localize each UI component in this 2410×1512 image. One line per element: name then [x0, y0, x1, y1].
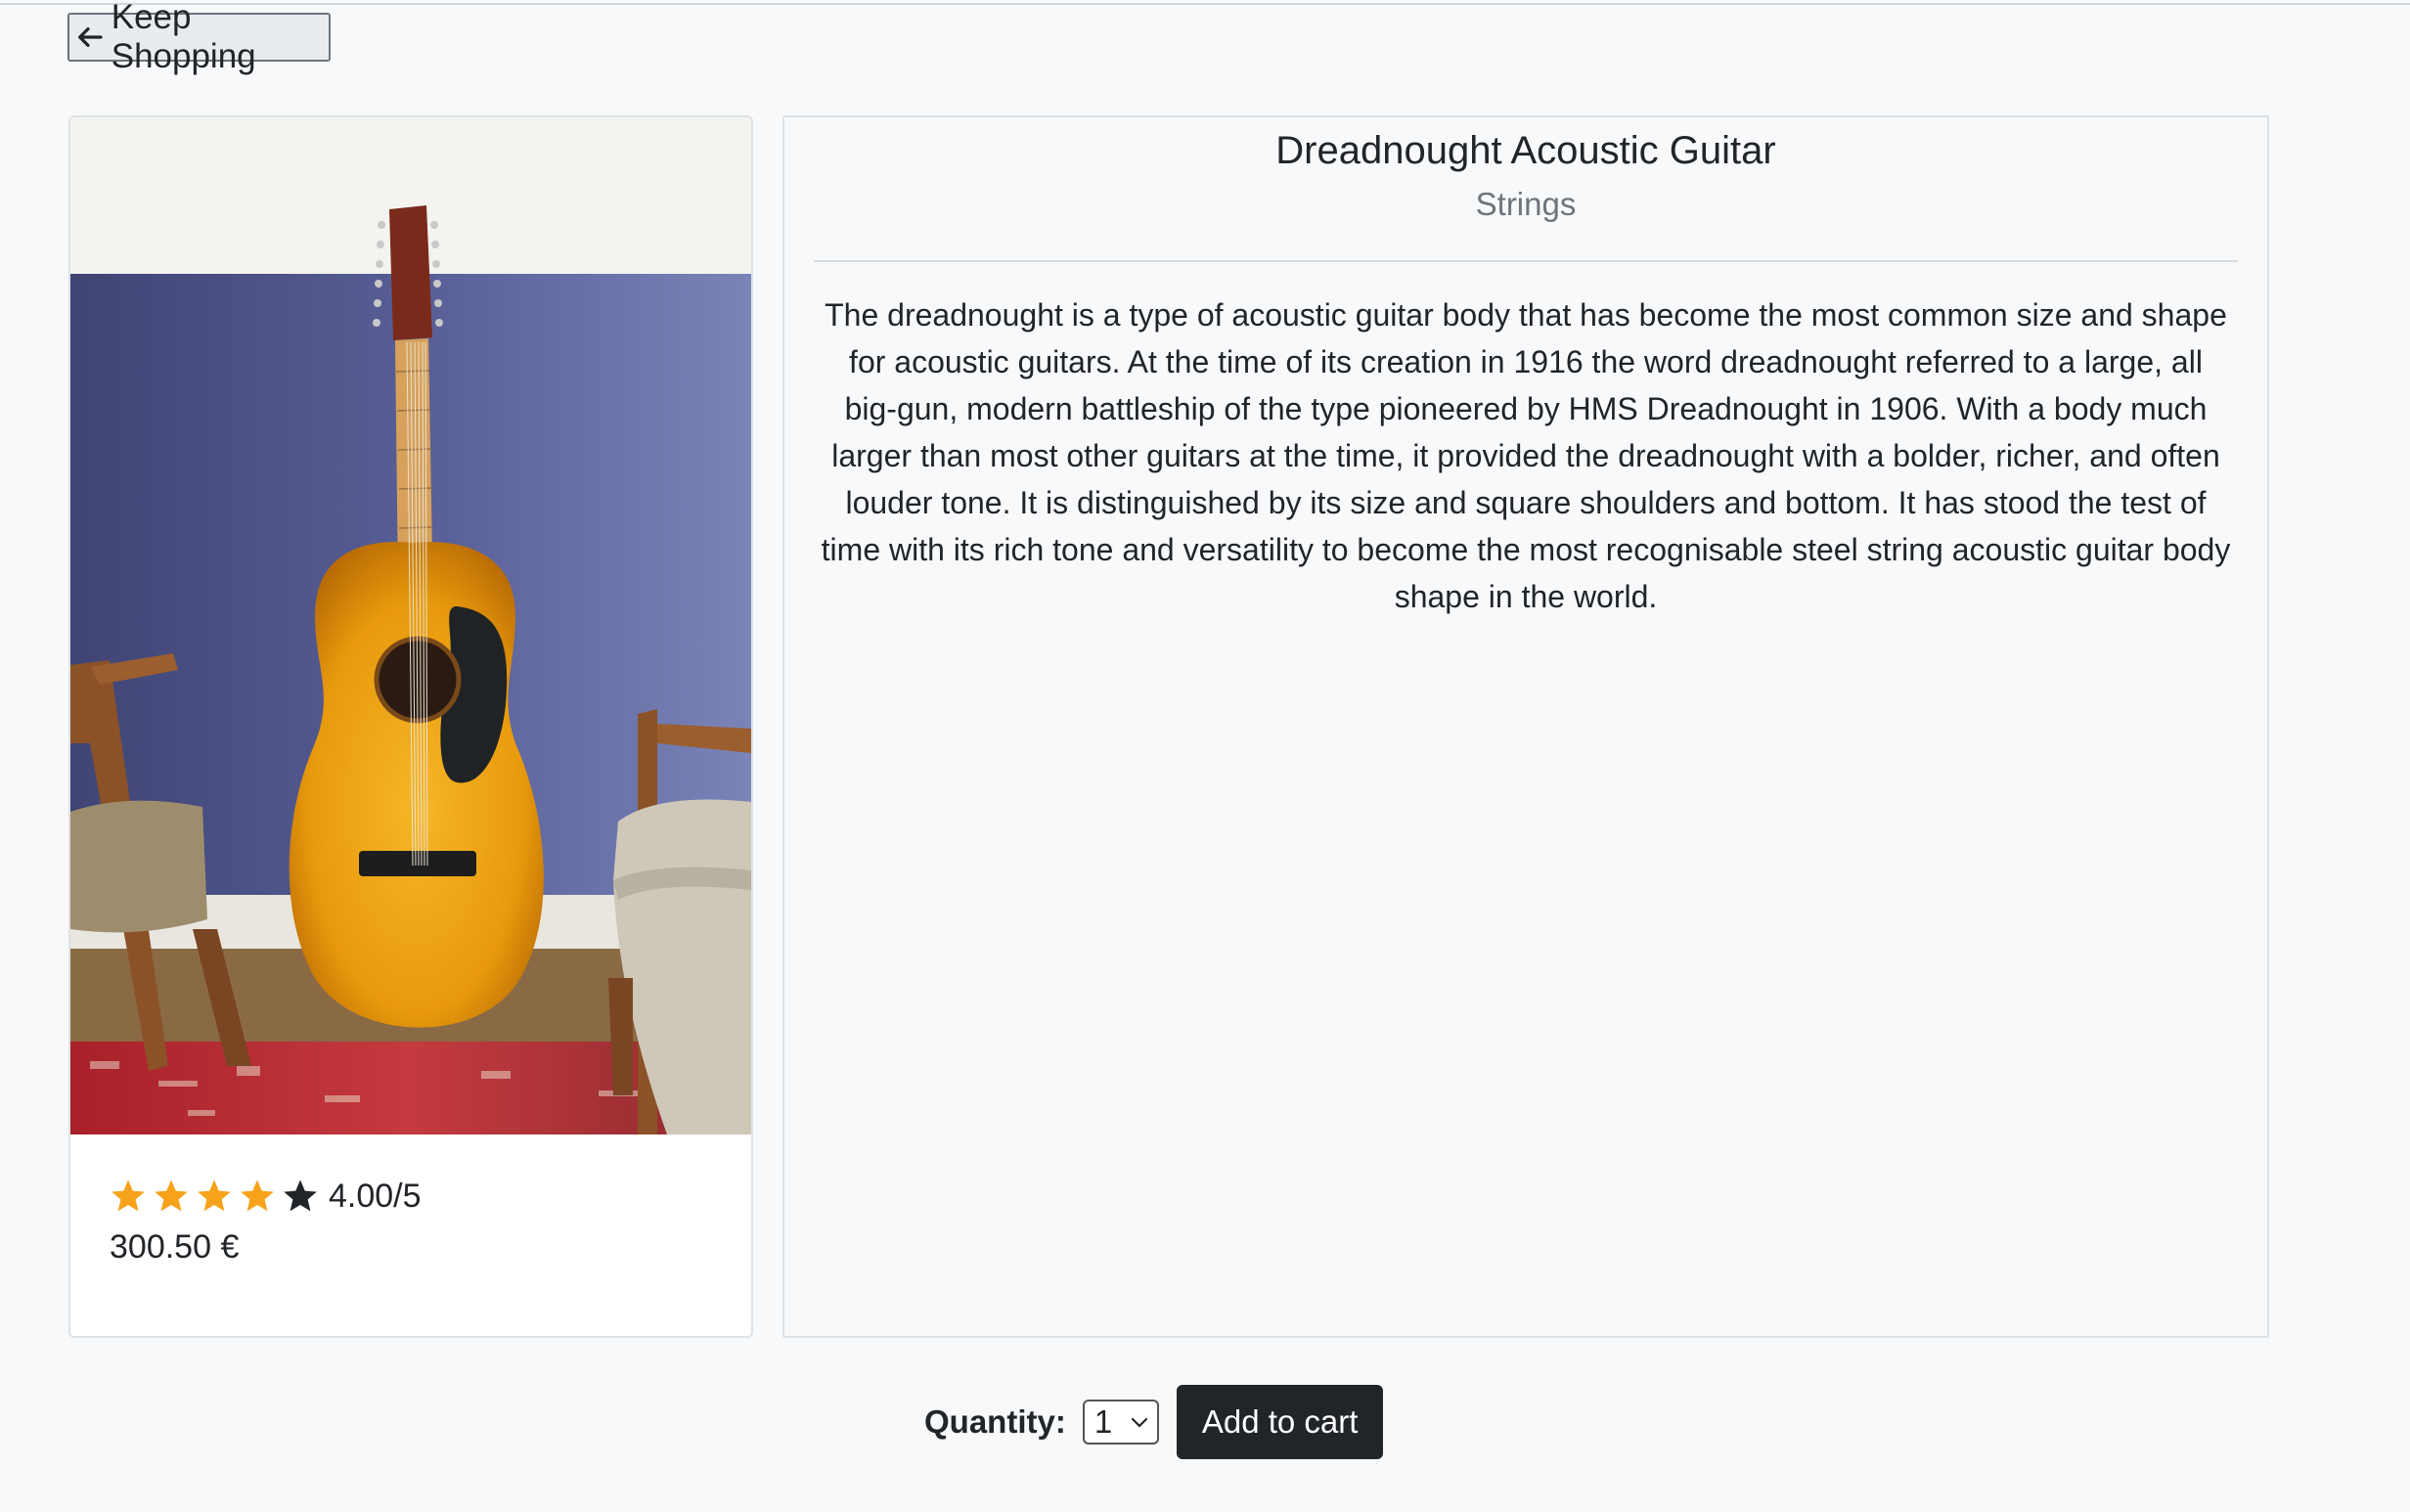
keep-shopping-button[interactable]: Keep Shopping [67, 0, 331, 75]
product-card: 4.00/5 300.50 € [68, 115, 753, 1338]
product-description: The dreadnought is a type of acoustic gu… [821, 297, 2231, 614]
product-category: Strings [1475, 186, 1577, 222]
star-filled-icon [241, 1179, 274, 1212]
purchase-row: Quantity: 1 Add to cart [924, 1385, 1384, 1459]
star-filled-icon [155, 1179, 188, 1212]
price: 300.50 € [110, 1228, 240, 1266]
quantity-select[interactable]: 1 [1082, 1400, 1159, 1445]
quantity-label: Quantity: [924, 1403, 1066, 1440]
chevron-down-icon [1131, 1417, 1147, 1428]
star-empty-icon [284, 1179, 317, 1212]
add-to-cart-button[interactable]: Add to cart [1176, 1385, 1384, 1459]
rating-price-footer: 4.00/5 300.50 € [110, 1174, 732, 1267]
product-details-panel: Dreadnought Acoustic Guitar Strings The … [782, 115, 2269, 1338]
rating-text: 4.00/5 [329, 1177, 422, 1215]
arrow-left-icon [78, 27, 103, 47]
quantity-value: 1 [1093, 1403, 1113, 1440]
rating-stars [110, 1178, 325, 1215]
keep-shopping-label: Keep Shopping [111, 0, 256, 75]
product-title: Dreadnought Acoustic Guitar [1275, 129, 1776, 172]
rating: 4.00/5 [110, 1174, 732, 1219]
star-filled-icon [198, 1179, 231, 1212]
top-border [0, 0, 2410, 5]
product-image [70, 117, 751, 1134]
star-filled-icon [112, 1179, 145, 1212]
